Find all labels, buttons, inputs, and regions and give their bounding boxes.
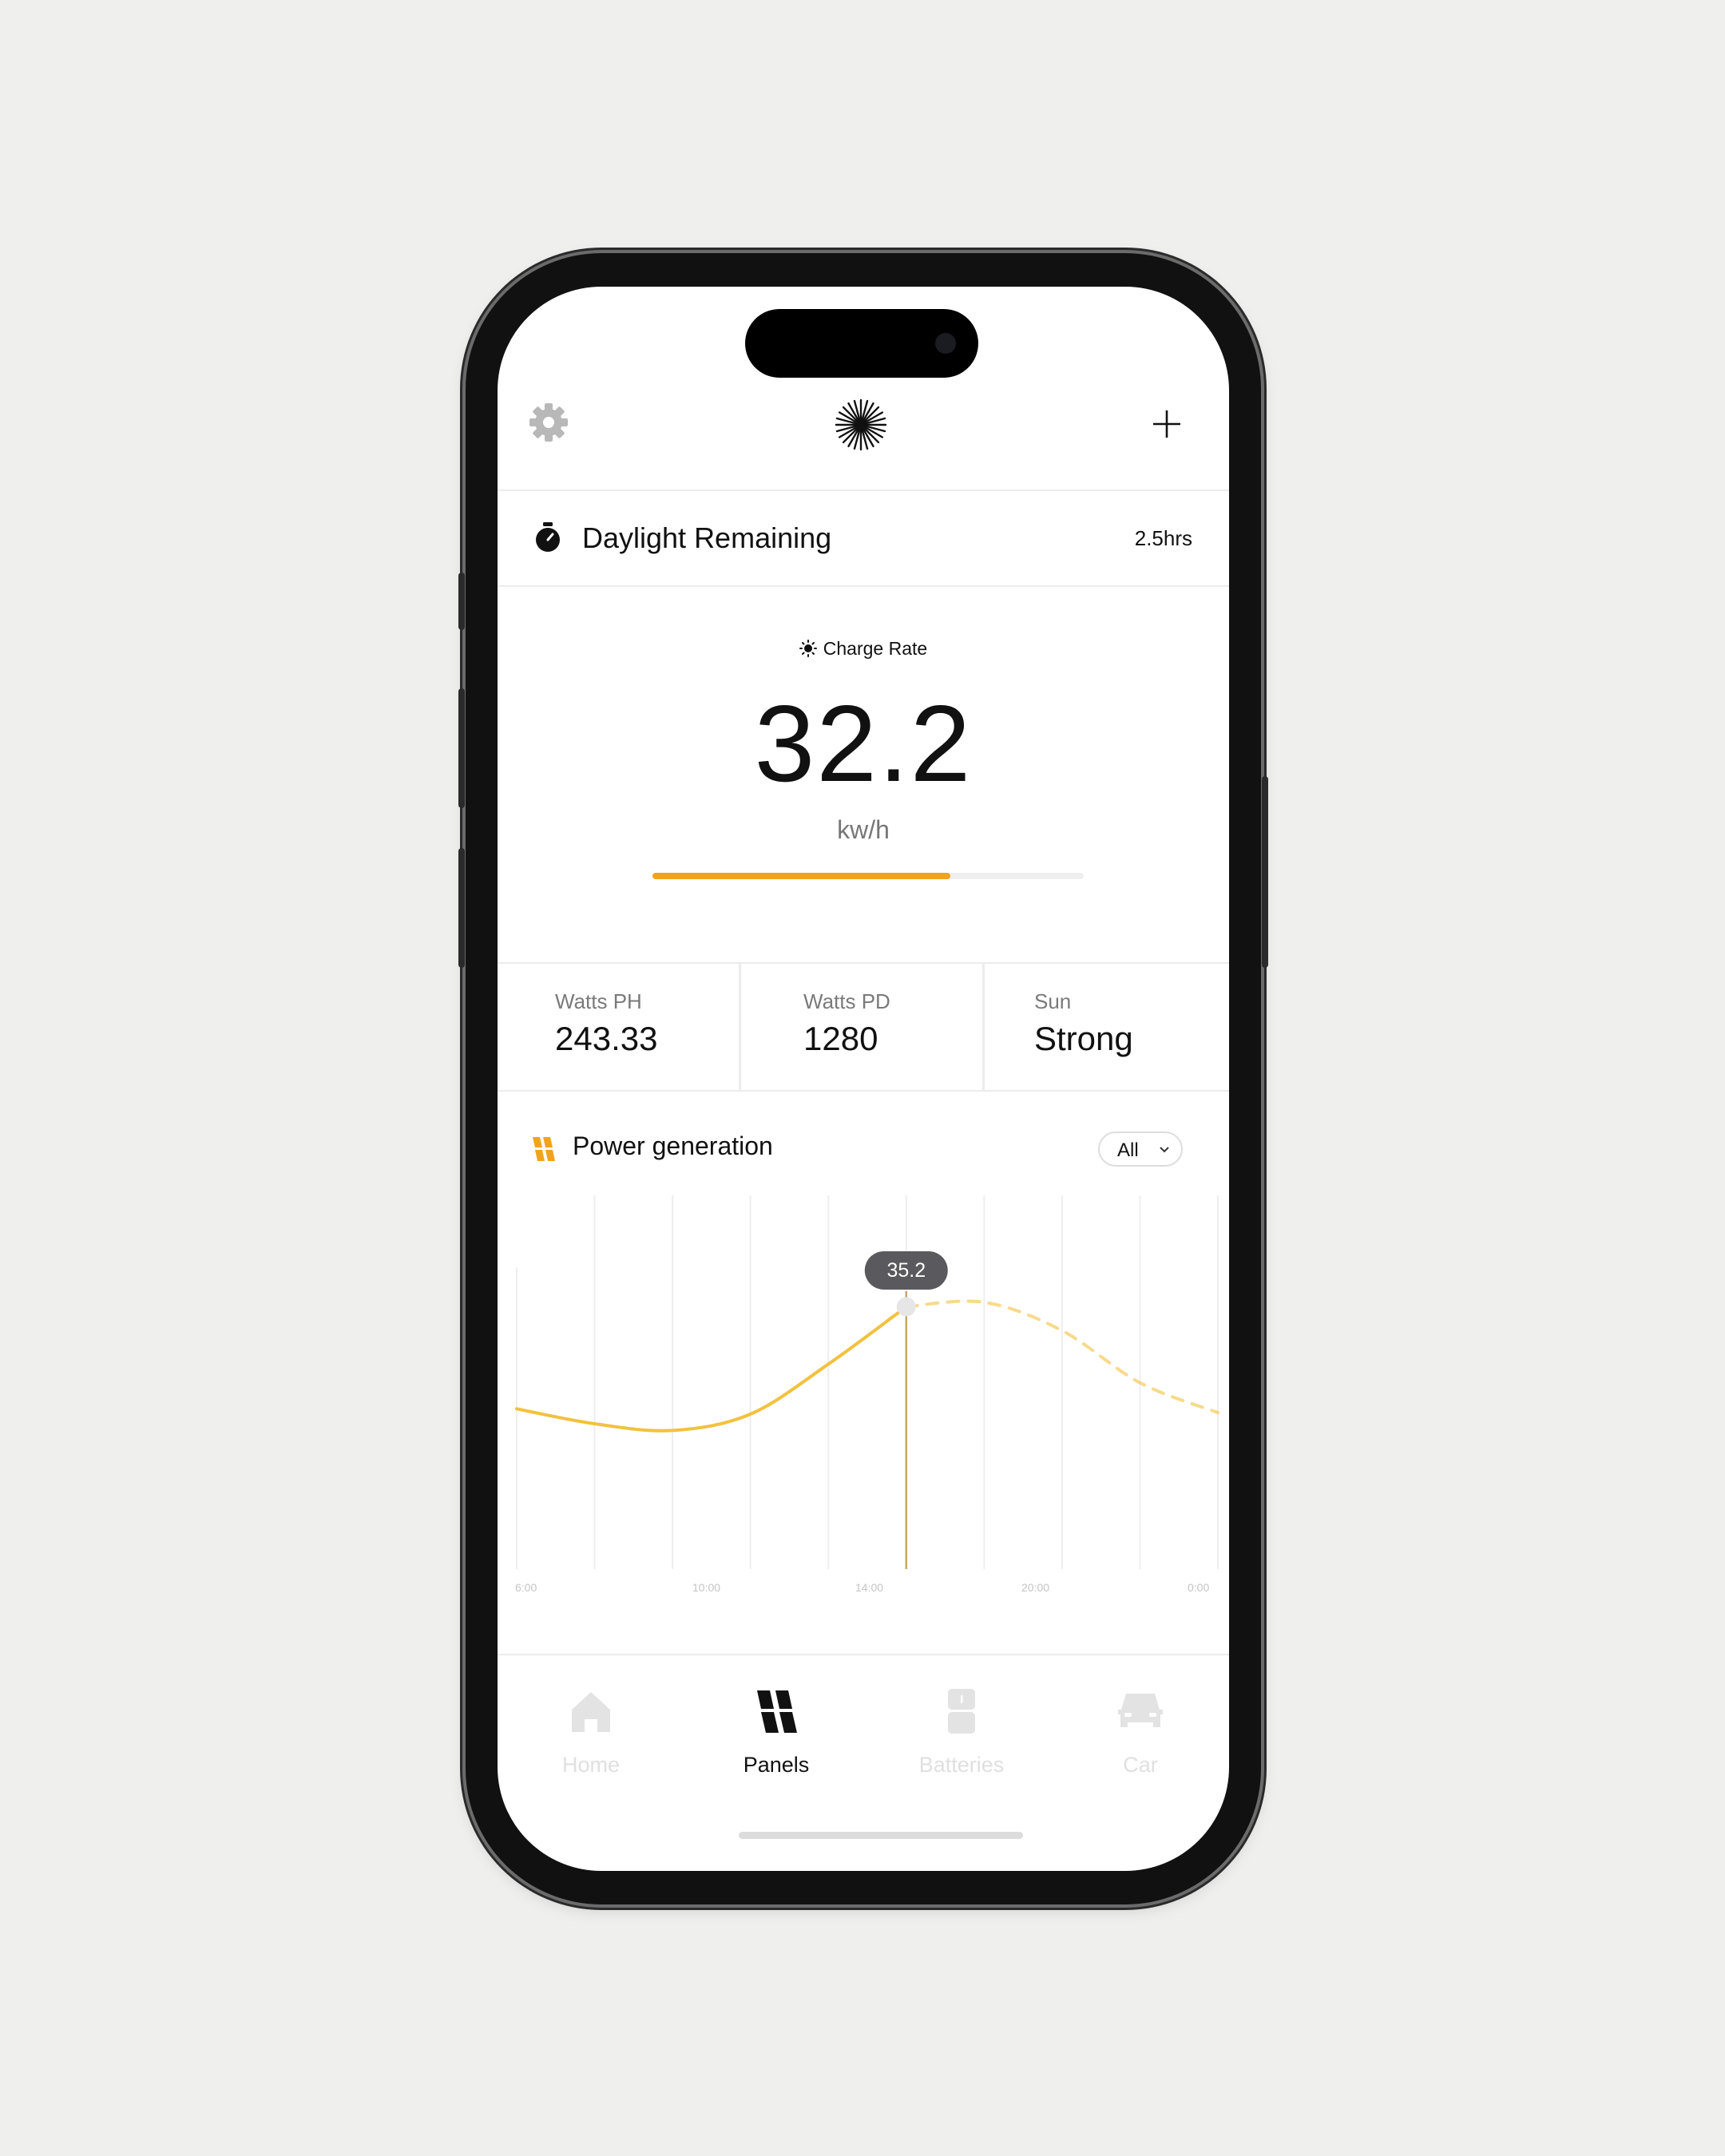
sun-icon: [799, 640, 817, 657]
x-tick-label: 0:00: [1188, 1581, 1209, 1594]
volume-up-button: [458, 688, 465, 808]
tab-label: Batteries: [918, 1753, 1005, 1777]
solar-panel-icon: [757, 1690, 797, 1733]
series-line-actual: [515, 1305, 908, 1433]
plus-icon[interactable]: [1151, 408, 1183, 440]
x-tick-label: 6:00: [515, 1581, 537, 1594]
tab-label: Home: [561, 1753, 621, 1777]
charge-rate-header: Charge Rate: [498, 638, 1229, 660]
tab-label: Car: [1123, 1753, 1158, 1777]
car-icon: [1118, 1694, 1163, 1727]
power-generation-chart[interactable]: 35.2 6:00 10:00 14:00 20:00 0:00: [498, 1195, 1229, 1611]
tab-bar: Home Panels Batteries Car: [498, 1655, 1229, 1815]
home-indicator[interactable]: [739, 1832, 1023, 1839]
stat-label: Watts PH: [555, 989, 642, 1013]
solar-panel-icon: [533, 1137, 555, 1161]
filter-value: All: [1117, 1139, 1139, 1161]
x-tick-label: 14:00: [855, 1581, 883, 1594]
starburst-logo-icon: [835, 398, 887, 451]
tab-batteries[interactable]: Batteries: [890, 1655, 1033, 1815]
power-generation-title: Power generation: [573, 1132, 773, 1160]
stat-value: 243.33: [555, 1020, 658, 1057]
home-icon: [572, 1692, 610, 1732]
screen: Daylight Remaining 2.5hrs Charge Rate 32…: [498, 287, 1229, 1871]
stat-label: Watts PD: [803, 989, 890, 1013]
daylight-label: Daylight Remaining: [582, 521, 832, 554]
highlight-point: [896, 1297, 916, 1317]
top-bar: [498, 398, 1229, 486]
front-camera: [935, 333, 956, 354]
phone-frame: Daylight Remaining 2.5hrs Charge Rate 32…: [458, 253, 1268, 1904]
tab-car[interactable]: Car: [1069, 1655, 1212, 1815]
charge-rate-section: Charge Rate 32.2 kw/h: [498, 587, 1229, 962]
gear-icon[interactable]: [528, 402, 569, 443]
power-generation-section: Power generation All 35.2 6:00 10:00 14:00 2…: [498, 1092, 1229, 1651]
charge-progress-fill: [652, 873, 950, 879]
tab-panels[interactable]: Panels: [704, 1655, 848, 1815]
stat-sun: Sun Strong: [985, 964, 1229, 1090]
dynamic-island: [745, 309, 978, 378]
charge-progress-bar: [652, 873, 1084, 879]
x-tick-label: 10:00: [692, 1581, 720, 1594]
daylight-remaining-row: Daylight Remaining 2.5hrs: [498, 491, 1229, 585]
side-button: [1262, 776, 1268, 968]
daylight-value: 2.5hrs: [1134, 526, 1192, 550]
stats-row: Watts PH 243.33 Watts PD 1280 Sun Strong: [498, 964, 1229, 1090]
stat-watts-ph: Watts PH 243.33: [498, 964, 737, 1090]
x-tick-label: 20:00: [1021, 1581, 1049, 1594]
tooltip-value: 35.2: [886, 1259, 926, 1282]
charge-rate-label: Charge Rate: [823, 638, 928, 659]
tab-home[interactable]: Home: [519, 1655, 663, 1815]
tab-label: Panels: [743, 1753, 810, 1777]
stopwatch-icon: [536, 522, 560, 552]
charge-rate-unit: kw/h: [837, 815, 890, 844]
stat-value: Strong: [1034, 1020, 1133, 1057]
battery-icon: [948, 1689, 975, 1734]
volume-down-button: [458, 848, 465, 968]
chevron-down-icon: [1160, 1147, 1169, 1153]
charge-rate-value: 32.2: [754, 683, 973, 804]
action-button: [458, 573, 465, 630]
stat-value: 1280: [803, 1020, 878, 1057]
stat-label: Sun: [1034, 989, 1072, 1013]
stat-watts-pd: Watts PD 1280: [741, 964, 981, 1090]
filter-dropdown[interactable]: All: [1098, 1132, 1183, 1167]
